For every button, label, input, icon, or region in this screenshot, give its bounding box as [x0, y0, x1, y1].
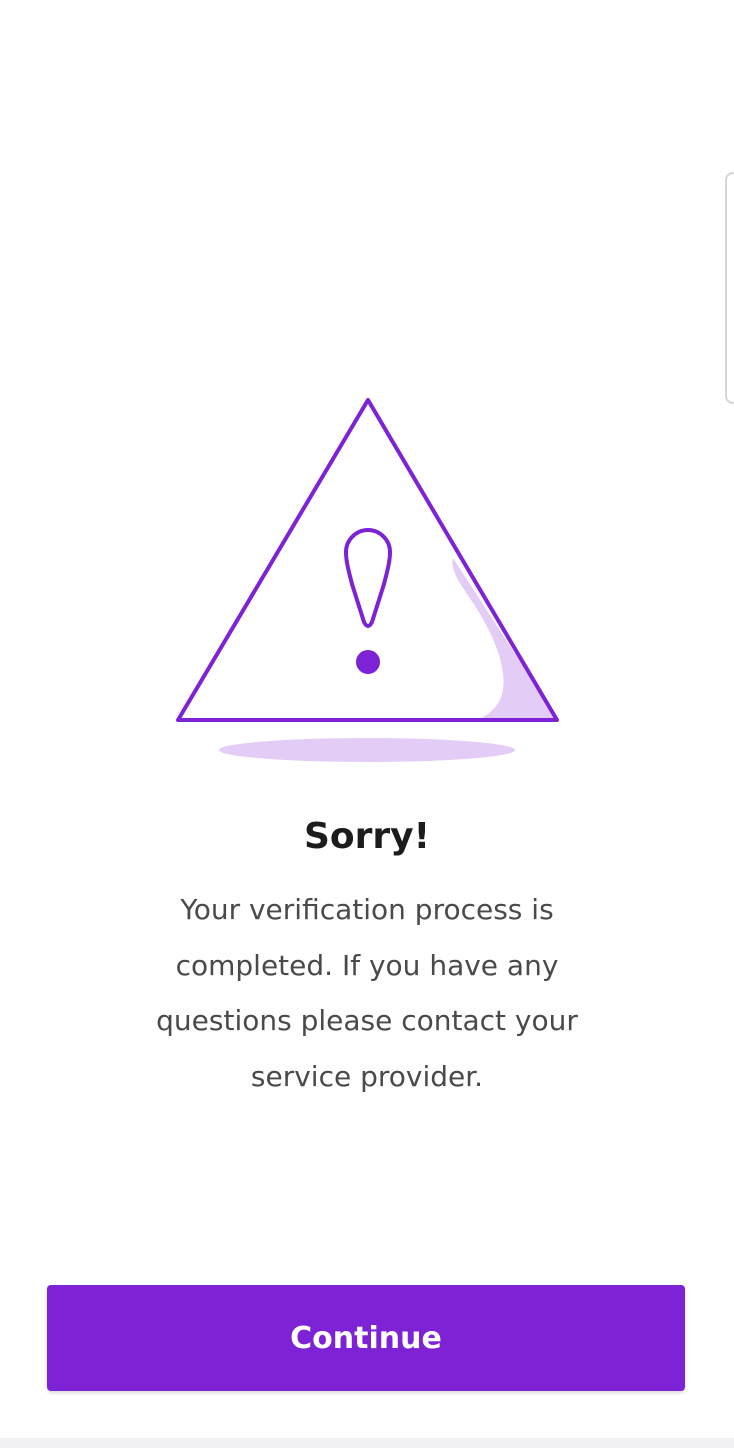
exclamation-dot-icon [356, 650, 380, 674]
status-message: Your verification process is completed. … [156, 893, 578, 1093]
bottom-navigation-bar [0, 1438, 734, 1448]
warning-illustration [176, 398, 559, 762]
illustration-shadow [219, 738, 515, 762]
continue-button[interactable]: Continue [47, 1285, 685, 1391]
side-panel-handle[interactable] [725, 172, 734, 404]
exclamation-mark-icon [344, 528, 392, 628]
page-title: Sorry! [303, 816, 431, 857]
